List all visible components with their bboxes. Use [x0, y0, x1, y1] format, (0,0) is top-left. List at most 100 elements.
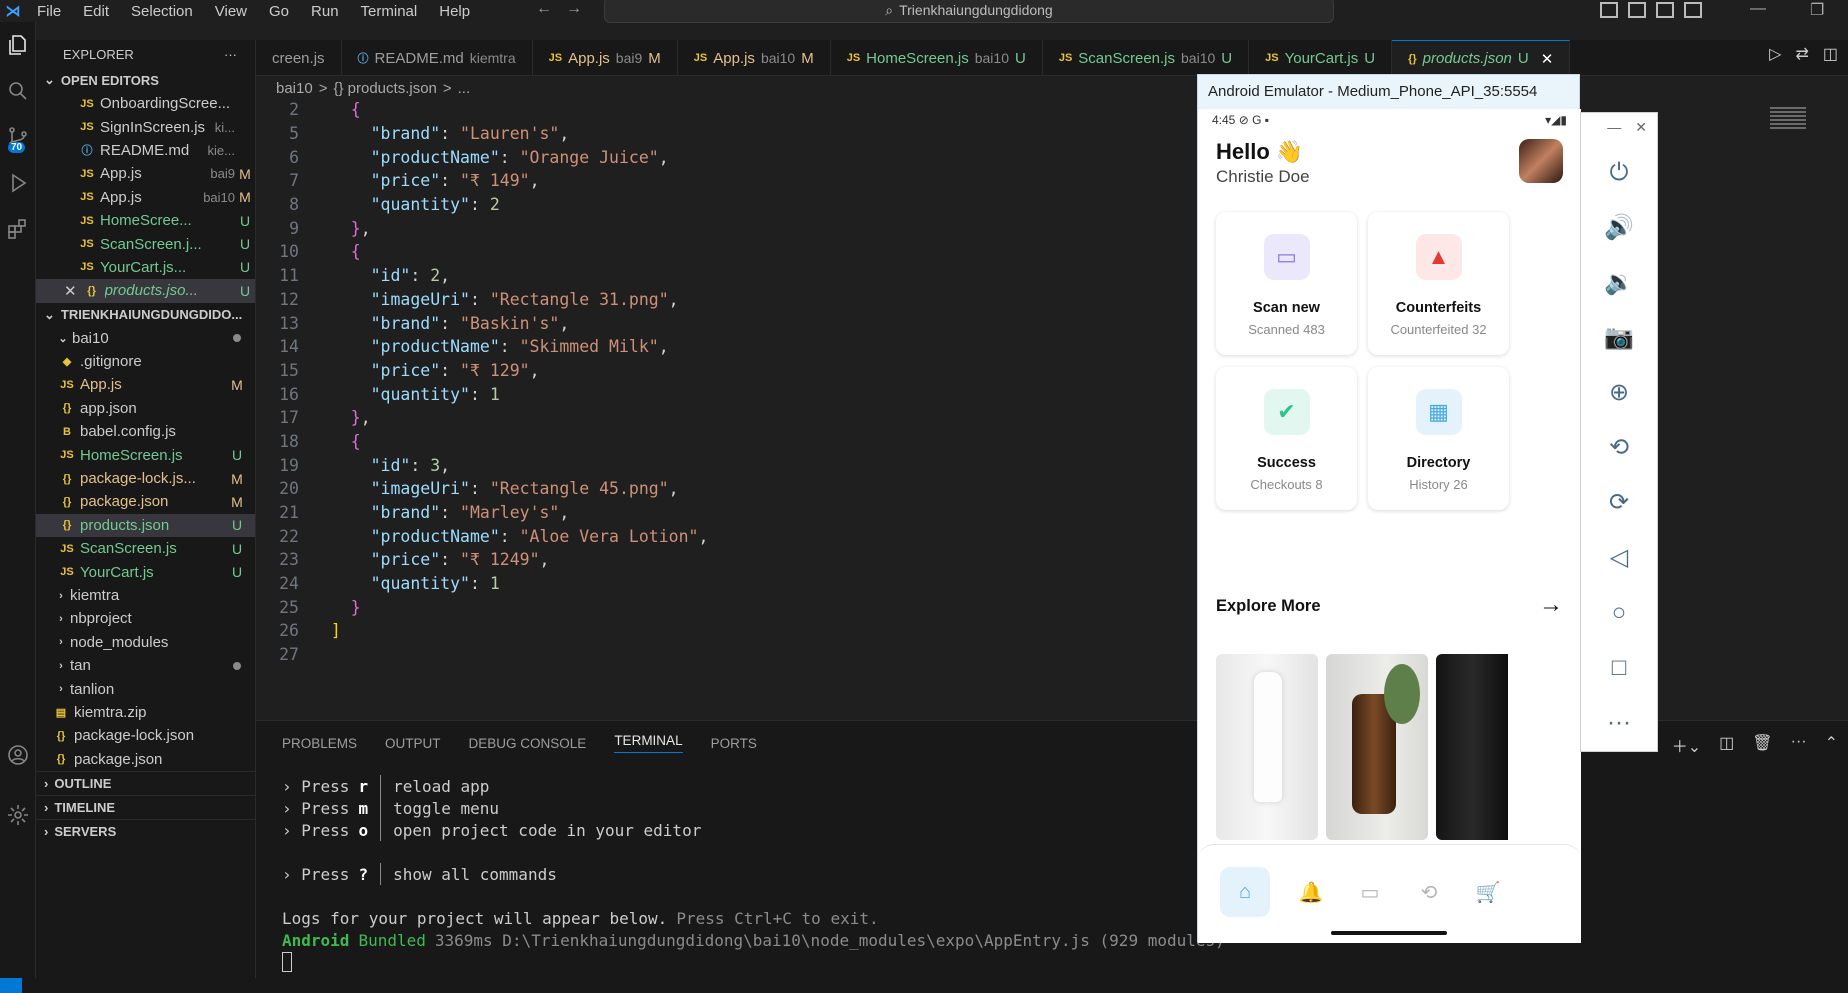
- open-editor-item[interactable]: JS YourCart.js... U: [36, 256, 255, 279]
- scan-icon[interactable]: ▭: [1345, 867, 1395, 917]
- panel-tab-terminal[interactable]: TERMINAL: [614, 733, 683, 753]
- more-options-icon[interactable]: ···: [1581, 695, 1657, 750]
- split-editor-icon[interactable]: ◫: [1823, 44, 1838, 64]
- home-circle-icon[interactable]: ○: [1581, 585, 1657, 640]
- back-arrow-icon[interactable]: ←: [536, 0, 552, 18]
- explorer-icon[interactable]: [0, 22, 36, 68]
- power-icon[interactable]: ⏻: [1581, 145, 1657, 200]
- folder-item[interactable]: › tan: [36, 654, 255, 677]
- file-item[interactable]: ◆ .gitignore: [36, 350, 255, 373]
- open-editor-item[interactable]: ⓘ README.md kie...: [36, 139, 255, 162]
- file-item[interactable]: JS YourCart.js U: [36, 560, 255, 583]
- folder-item[interactable]: › tanlion: [36, 677, 255, 700]
- open-editor-item[interactable]: ✕ {} products.jso... U: [36, 279, 255, 303]
- toggle-sidebar-icon[interactable]: [1600, 2, 1618, 18]
- editor-tab[interactable]: JS App.js bai10 M: [678, 40, 831, 76]
- file-item[interactable]: {} app.json: [36, 397, 255, 420]
- source-control-icon[interactable]: 70: [0, 114, 36, 160]
- outline-section[interactable]: › OUTLINE: [36, 770, 255, 795]
- new-terminal-icon[interactable]: ＋⌄: [1672, 733, 1701, 757]
- breadcrumb-item[interactable]: {} products.json: [333, 80, 436, 97]
- command-center-search[interactable]: ⌕ Trienkhaiungdungdidong: [604, 0, 1334, 23]
- file-item[interactable]: {} package-lock.json: [36, 724, 255, 747]
- restore-icon[interactable]: ❐: [1810, 0, 1824, 20]
- minimap[interactable]: [1770, 105, 1806, 151]
- compare-icon[interactable]: ⇄: [1795, 44, 1808, 64]
- menu-edit[interactable]: Edit: [72, 3, 120, 20]
- bell-icon[interactable]: 🔔: [1286, 867, 1336, 917]
- chevron-up-icon[interactable]: ⌃: [1825, 733, 1838, 757]
- open-editor-item[interactable]: JS App.js bai10 M: [36, 186, 255, 209]
- cart-icon[interactable]: 🛒: [1463, 867, 1513, 917]
- extensions-icon[interactable]: [0, 206, 36, 252]
- menu-go[interactable]: Go: [258, 3, 300, 20]
- editor-tab[interactable]: ⓘ README.md kiemtra: [342, 40, 533, 76]
- product-image-bottle[interactable]: [1326, 654, 1428, 840]
- menu-view[interactable]: View: [204, 3, 258, 20]
- customize-layout-icon[interactable]: [1684, 2, 1702, 18]
- folder-item[interactable]: › kiemtra: [36, 584, 255, 607]
- volume-up-icon[interactable]: 🔊: [1581, 200, 1657, 255]
- cursor-line[interactable]: [282, 951, 1848, 973]
- file-item[interactable]: JS ScanScreen.js U: [36, 537, 255, 560]
- file-item[interactable]: {} products.json U: [36, 513, 255, 538]
- menu-terminal[interactable]: Terminal: [350, 3, 429, 20]
- overview-icon[interactable]: □: [1581, 640, 1657, 695]
- project-section[interactable]: ⌄ TRIENKHAIUNGDUNGDIDO...: [36, 303, 255, 327]
- breadcrumb-item[interactable]: ...: [458, 80, 471, 97]
- file-item[interactable]: Bbabel.config.js: [36, 420, 255, 443]
- volume-down-icon[interactable]: 🔉: [1581, 255, 1657, 310]
- forward-arrow-icon[interactable]: →: [566, 0, 582, 18]
- dashboard-card[interactable]: ▦ Directory History 26: [1368, 367, 1509, 510]
- accounts-icon[interactable]: [0, 732, 36, 778]
- rotate-left-icon[interactable]: ⟲: [1581, 420, 1657, 475]
- servers-section[interactable]: › SERVERS: [36, 818, 255, 843]
- file-item[interactable]: JS HomeScreen.js U: [36, 443, 255, 466]
- breadcrumb-item[interactable]: >: [443, 80, 452, 97]
- rotate-right-icon[interactable]: ⟳: [1581, 475, 1657, 530]
- menu-selection[interactable]: Selection: [120, 3, 204, 20]
- editor-tab[interactable]: JS HomeScreen.js bai10 U: [831, 40, 1043, 76]
- folder-item[interactable]: › nbproject: [36, 607, 255, 630]
- timeline-section[interactable]: › TIMELINE: [36, 794, 255, 819]
- arrow-right-icon[interactable]: →: [1539, 591, 1563, 619]
- editor-tab[interactable]: JS YourCart.js U: [1249, 40, 1393, 76]
- minimize-icon[interactable]: —: [1750, 0, 1766, 20]
- history-icon[interactable]: ⟲: [1404, 867, 1454, 917]
- menu-run[interactable]: Run: [300, 3, 350, 20]
- close-icon[interactable]: ✕: [1541, 50, 1554, 68]
- panel-tab-ports[interactable]: PORTS: [711, 736, 757, 751]
- zoom-icon[interactable]: ⊕: [1581, 365, 1657, 420]
- trash-icon[interactable]: 🗑: [1752, 733, 1772, 757]
- file-item[interactable]: {} package.json M: [36, 490, 255, 513]
- dashboard-card[interactable]: ▲ Counterfeits Counterfeited 32: [1368, 212, 1509, 355]
- open-editor-item[interactable]: JS OnboardingScree...: [36, 92, 255, 115]
- open-editor-item[interactable]: JS ScanScreen.j... U: [36, 232, 255, 255]
- split-terminal-icon[interactable]: ◫: [1719, 733, 1734, 757]
- remote-indicator-icon[interactable]: [0, 978, 22, 993]
- toggle-panel-icon[interactable]: [1628, 2, 1646, 18]
- editor-tab[interactable]: JS ScanScreen.js bai10 U: [1043, 40, 1250, 76]
- file-item[interactable]: ▤ kiemtra.zip: [36, 701, 255, 724]
- run-debug-icon[interactable]: [0, 160, 36, 206]
- toggle-secondary-sidebar-icon[interactable]: [1656, 2, 1674, 18]
- editor-tab[interactable]: {} products.json U ✕: [1392, 40, 1571, 76]
- open-editor-item[interactable]: JS HomeScree... U: [36, 209, 255, 232]
- panel-tab-problems[interactable]: PROBLEMS: [282, 736, 357, 751]
- file-item[interactable]: JS App.js M: [36, 373, 255, 396]
- editor-tab[interactable]: JS App.js bai9 M: [533, 40, 678, 76]
- open-editor-item[interactable]: JS SignInScreen.js ki...: [36, 115, 255, 138]
- menu-file[interactable]: File: [26, 3, 72, 20]
- terminal-output[interactable]: › Press r reload app › Press m toggle menu › P…: [256, 775, 1848, 973]
- folder-bai10[interactable]: ⌄ bai10: [36, 327, 255, 350]
- file-item[interactable]: {} package-lock.js... M: [36, 467, 255, 490]
- panel-tab-output[interactable]: OUTPUT: [385, 736, 441, 751]
- breadcrumb-item[interactable]: >: [319, 80, 328, 97]
- open-editor-item[interactable]: JS App.js bai9 M: [36, 162, 255, 185]
- phone-screen[interactable]: 4:45 ⊘ G ▪ ▾◢▮ Hello 👋 Christie Doe ▭ Sca…: [1198, 109, 1581, 943]
- file-item[interactable]: {} package.json: [36, 748, 255, 771]
- settings-gear-icon[interactable]: [0, 792, 36, 838]
- breadcrumb-item[interactable]: bai10: [276, 80, 313, 97]
- product-image-dark[interactable]: [1436, 654, 1508, 840]
- close-icon[interactable]: ✕: [64, 282, 77, 300]
